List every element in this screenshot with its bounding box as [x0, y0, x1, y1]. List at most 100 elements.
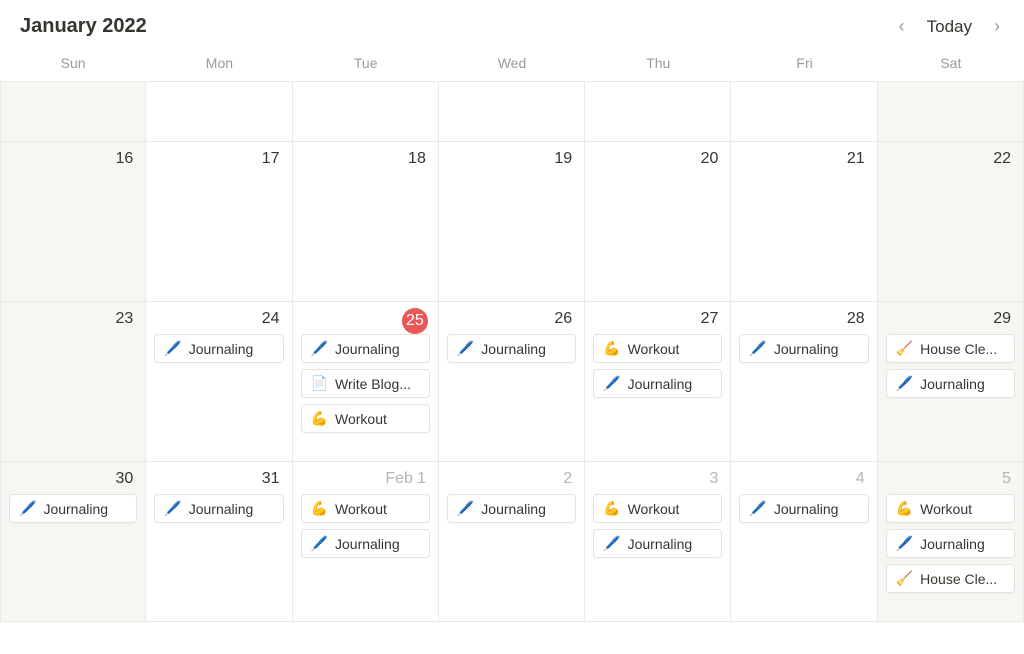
next-month-button[interactable]: › — [990, 12, 1004, 41]
event-journaling[interactable]: 🖊️Journaling — [886, 529, 1015, 558]
events-list: 💪 Workout 🖊️Journaling 🧹House Cle... — [886, 494, 1015, 593]
event-journaling[interactable]: 🖊️ Journaling — [9, 494, 137, 523]
day-cell[interactable]: 5 💪 Workout 🖊️Journaling 🧹House Cle... — [878, 462, 1024, 622]
workout-icon: 💪 — [896, 500, 913, 517]
day-cell[interactable] — [0, 82, 146, 142]
event-label: Journaling — [189, 341, 254, 357]
events-list: 🖊️Journaling — [447, 494, 576, 523]
day-cell[interactable]: 30 🖊️ Journaling — [0, 462, 146, 622]
events-list: 🖊️Journaling — [447, 334, 576, 363]
event-label: Workout — [335, 411, 387, 427]
weekday-label: Wed — [439, 49, 585, 81]
day-cell[interactable]: 27💪Workout🖊️Journaling — [585, 302, 731, 462]
event-journaling[interactable]: 🖊️Journaling — [154, 494, 283, 523]
day-cell[interactable]: 24🖊️Journaling — [146, 302, 292, 462]
event-workout[interactable]: 💪Workout — [593, 334, 722, 363]
journaling-icon: 🖊️ — [164, 500, 181, 517]
events-list: 💪Workout 🖊️Journaling — [593, 494, 722, 558]
day-number: 19 — [447, 148, 576, 174]
day-cell[interactable]: 21 — [731, 142, 877, 302]
event-journaling[interactable]: 🖊️Journaling — [886, 369, 1015, 398]
event-label: Journaling — [43, 501, 108, 517]
day-cell[interactable] — [585, 82, 731, 142]
event-journaling[interactable]: 🖊️Journaling — [739, 494, 868, 523]
event-workout[interactable]: 💪Workout — [593, 494, 722, 523]
journaling-icon: 🖊️ — [311, 535, 328, 552]
day-cell[interactable]: 26🖊️Journaling — [439, 302, 585, 462]
journaling-icon: 🖊️ — [457, 340, 474, 357]
clean-icon: 🧹 — [896, 570, 913, 587]
day-cell[interactable] — [146, 82, 292, 142]
event-label: Workout — [628, 501, 680, 517]
event-journaling[interactable]: 🖊️Journaling — [593, 529, 722, 558]
event-journaling[interactable]: 🖊️Journaling — [301, 529, 430, 558]
day-cell[interactable]: 2🖊️Journaling — [439, 462, 585, 622]
day-number — [593, 88, 722, 96]
weekday-label: Sat — [878, 49, 1024, 81]
event-journaling[interactable]: 🖊️Journaling — [154, 334, 283, 363]
events-list: 🖊️ Journaling — [9, 494, 137, 523]
events-list: 🖊️Journaling — [739, 334, 868, 363]
day-cell[interactable]: 28🖊️Journaling — [731, 302, 877, 462]
today-button[interactable]: Today — [919, 15, 980, 39]
event-label: Journaling — [335, 341, 400, 357]
event-house-cleaning[interactable]: 🧹House Cle... — [886, 334, 1015, 363]
day-cell[interactable]: 4🖊️Journaling — [731, 462, 877, 622]
day-number: 3 — [593, 468, 722, 494]
event-journaling[interactable]: 🖊️ Journaling — [593, 369, 722, 398]
workout-icon: 💪 — [311, 500, 328, 517]
day-cell[interactable] — [878, 82, 1024, 142]
prev-month-button[interactable]: ‹ — [895, 12, 909, 41]
day-number: 5 — [886, 468, 1015, 494]
weekday-label: Thu — [585, 49, 731, 81]
events-list: 🖊️Journaling 📄Write Blog... 💪 Workout — [301, 334, 430, 433]
day-cell[interactable]: 29🧹House Cle...🖊️Journaling — [878, 302, 1024, 462]
journaling-icon: 🖊️ — [603, 535, 620, 552]
day-number: Feb1 — [301, 468, 430, 494]
day-cell[interactable]: 25🖊️Journaling📄Write Blog...💪Workout — [293, 302, 439, 462]
day-cell[interactable]: 20 — [585, 142, 731, 302]
month-title: January 2022 — [20, 15, 147, 38]
day-cell[interactable]: 23 — [0, 302, 146, 462]
event-label: Workout — [920, 501, 972, 517]
day-number: 18 — [301, 148, 430, 174]
day-cell[interactable] — [293, 82, 439, 142]
journaling-icon: 🖊️ — [896, 375, 913, 392]
journaling-icon: 🖊️ — [603, 375, 620, 392]
day-cell[interactable]: 3💪Workout 🖊️Journaling — [585, 462, 731, 622]
day-cell[interactable]: 18 — [293, 142, 439, 302]
event-label: House Cle... — [920, 341, 997, 357]
day-number: 30 — [9, 468, 137, 494]
event-workout[interactable]: 💪 Workout — [301, 494, 430, 523]
event-label: Journaling — [628, 376, 693, 392]
day-cell[interactable]: 22 — [878, 142, 1024, 302]
weekday-header: Sun Mon Tue Wed Thu Fri Sat — [0, 49, 1024, 82]
day-cell[interactable]: 19 — [439, 142, 585, 302]
event-journaling[interactable]: 🖊️Journaling — [301, 334, 430, 363]
day-cell[interactable]: 17 — [146, 142, 292, 302]
event-write-blog[interactable]: 📄Write Blog... — [301, 369, 430, 398]
day-cell[interactable]: 31🖊️Journaling — [146, 462, 292, 622]
day-cell[interactable]: 16 — [0, 142, 146, 302]
day-number — [886, 88, 1015, 96]
day-cell[interactable] — [731, 82, 877, 142]
day-number — [154, 88, 283, 96]
event-label: Write Blog... — [335, 376, 411, 392]
event-journaling[interactable]: 🖊️Journaling — [739, 334, 868, 363]
workout-icon: 💪 — [603, 340, 620, 357]
event-label: Journaling — [774, 501, 839, 517]
event-label: Workout — [335, 501, 387, 517]
journaling-icon: 🖊️ — [19, 500, 36, 517]
event-workout[interactable]: 💪 Workout — [301, 404, 430, 433]
event-workout[interactable]: 💪 Workout — [886, 494, 1015, 523]
day-cell[interactable] — [439, 82, 585, 142]
day-number: 20 — [593, 148, 722, 174]
events-list: 🖊️Journaling — [154, 334, 283, 363]
event-journaling[interactable]: 🖊️Journaling — [447, 334, 576, 363]
journaling-icon: 🖊️ — [896, 535, 913, 552]
day-cell[interactable]: Feb1 💪 Workout 🖊️Journaling — [293, 462, 439, 622]
event-label: Journaling — [774, 341, 839, 357]
workout-icon: 💪 — [311, 410, 328, 427]
event-journaling[interactable]: 🖊️Journaling — [447, 494, 576, 523]
event-house-cleaning[interactable]: 🧹House Cle... — [886, 564, 1015, 593]
